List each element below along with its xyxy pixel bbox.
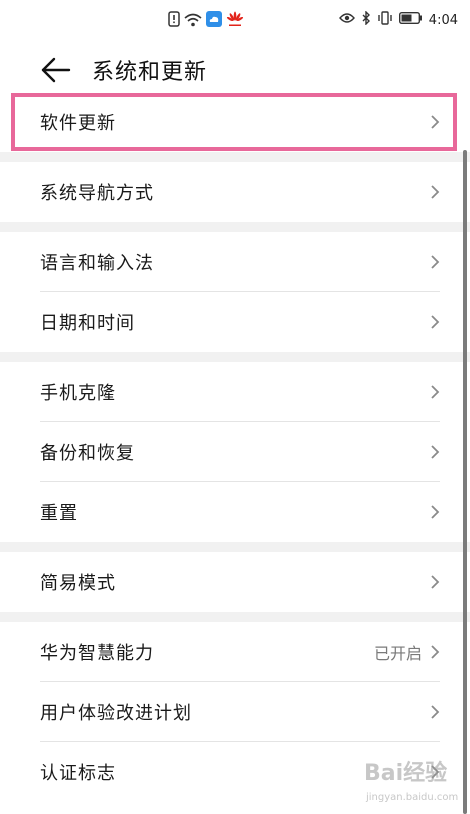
settings-item-backup-restore[interactable]: 备份和恢复 xyxy=(0,422,470,482)
settings-item-status: 已开启 xyxy=(373,644,422,663)
chevron-right-icon xyxy=(431,385,440,399)
cloud-icon xyxy=(206,11,222,31)
chevron-right-icon xyxy=(431,445,440,459)
chevron-right-icon xyxy=(431,705,440,719)
status-time: 4:04 xyxy=(428,12,458,28)
settings-item-label: 软件更新 xyxy=(40,113,116,134)
huawei-logo-icon xyxy=(226,11,244,31)
settings-item-simple-mode[interactable]: 简易模式 xyxy=(0,552,470,612)
chevron-right-icon xyxy=(431,185,440,199)
status-right-icons: 4:04 xyxy=(338,10,458,29)
watermark-subtext: jingyan.baidu.com xyxy=(365,792,458,803)
settings-item-label: 手机克隆 xyxy=(40,383,116,404)
settings-item-language-input[interactable]: 语言和输入法 xyxy=(0,232,470,292)
alert-icon xyxy=(168,11,180,31)
chevron-right-icon xyxy=(431,645,440,659)
wifi-icon xyxy=(184,12,202,31)
bluetooth-icon xyxy=(361,10,371,29)
settings-item-system-navigation[interactable]: 系统导航方式 xyxy=(0,162,470,222)
settings-group-language-time: 语言和输入法 日期和时间 xyxy=(0,232,470,352)
page-title: 系统和更新 xyxy=(92,60,208,85)
watermark-text: Bai经验 xyxy=(364,760,447,786)
chevron-right-icon xyxy=(431,505,440,519)
chevron-right-icon xyxy=(431,575,440,589)
settings-group-navigation: 系统导航方式 xyxy=(0,162,470,222)
settings-item-label: 用户体验改进计划 xyxy=(40,703,192,724)
eye-icon xyxy=(338,12,355,28)
scrollbar[interactable] xyxy=(463,150,467,814)
battery-icon xyxy=(398,11,423,28)
baidu-watermark: Bai经验 jingyan.baidu.com xyxy=(364,760,458,803)
settings-item-huawei-smart[interactable]: 华为智慧能力 已开启 xyxy=(0,622,470,682)
settings-group-simple-mode: 简易模式 xyxy=(0,552,470,612)
vibrate-icon xyxy=(377,11,393,29)
chevron-right-icon xyxy=(431,315,440,329)
settings-item-label: 备份和恢复 xyxy=(40,443,135,464)
arrow-left-icon xyxy=(41,57,71,83)
settings-item-label: 系统导航方式 xyxy=(40,183,154,204)
settings-item-user-experience[interactable]: 用户体验改进计划 xyxy=(0,682,470,742)
status-bar: 4:04 xyxy=(0,0,470,40)
settings-item-reset[interactable]: 重置 xyxy=(0,482,470,542)
back-button[interactable] xyxy=(40,56,72,84)
settings-item-label: 日期和时间 xyxy=(40,313,135,334)
chevron-right-icon xyxy=(431,255,440,269)
status-left-icons xyxy=(168,11,244,31)
settings-item-label: 语言和输入法 xyxy=(40,253,154,274)
settings-item-label: 认证标志 xyxy=(40,763,116,784)
settings-group-update: 软件更新 xyxy=(0,92,470,152)
settings-item-label: 重置 xyxy=(40,503,78,524)
chevron-right-icon xyxy=(431,115,440,129)
settings-item-label: 华为智慧能力 xyxy=(40,643,154,664)
settings-item-date-time[interactable]: 日期和时间 xyxy=(0,292,470,352)
settings-item-label: 简易模式 xyxy=(40,573,116,594)
page-header: 系统和更新 xyxy=(0,40,470,100)
settings-group-backup: 手机克隆 备份和恢复 重置 xyxy=(0,362,470,542)
settings-item-phone-clone[interactable]: 手机克隆 xyxy=(0,362,470,422)
settings-item-software-update[interactable]: 软件更新 xyxy=(0,92,470,152)
